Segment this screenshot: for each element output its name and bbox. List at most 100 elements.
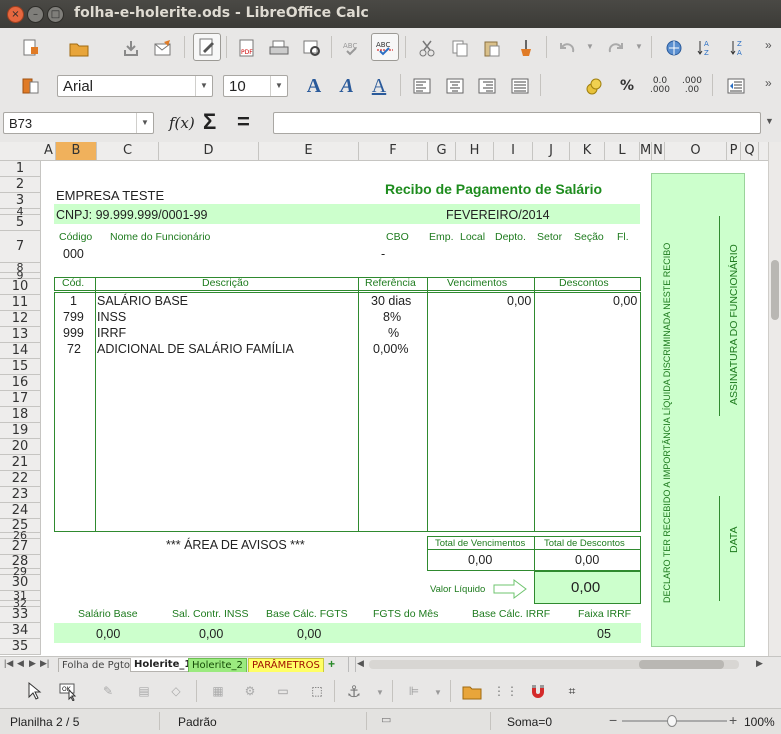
form-control-icon[interactable]: OK xyxy=(55,677,83,705)
row-header-cell[interactable]: 27 xyxy=(0,539,41,555)
tab-parametros[interactable]: PARÂMETROS xyxy=(248,658,324,673)
control-icon[interactable]: ◇ xyxy=(162,677,190,705)
close-icon[interactable]: × xyxy=(7,6,24,23)
column-header-cell[interactable]: Q xyxy=(741,142,759,160)
open-folder-icon[interactable] xyxy=(65,34,93,62)
row-header-cell[interactable]: 12 xyxy=(0,311,41,327)
column-header-cell[interactable]: G xyxy=(428,142,456,160)
scrollbar-thumb[interactable] xyxy=(771,260,779,320)
scroll-left-icon[interactable]: ◀ xyxy=(357,658,364,669)
align-objects-icon[interactable]: ⊫ xyxy=(400,677,428,705)
formatting-overflow-icon[interactable]: » xyxy=(765,76,772,90)
hyperlink-icon[interactable] xyxy=(660,34,688,62)
column-header-cell[interactable]: D xyxy=(159,142,259,160)
form-navigator-icon[interactable]: ⚙ xyxy=(236,677,264,705)
row-header-cell[interactable]: 14 xyxy=(0,343,41,359)
scroll-right-icon[interactable]: ▶ xyxy=(756,658,763,669)
row-header-cell[interactable]: 33 xyxy=(0,607,41,623)
horizontal-scrollbar[interactable] xyxy=(369,660,739,669)
row-header-cell[interactable]: 10 xyxy=(0,279,41,295)
column-header-cell[interactable]: O xyxy=(665,142,727,160)
autospellcheck-icon[interactable]: ABC xyxy=(371,33,399,61)
first-sheet-icon[interactable]: |◀ xyxy=(4,658,13,669)
decrease-indent-icon[interactable] xyxy=(722,72,750,100)
row-header-cell[interactable]: 17 xyxy=(0,391,41,407)
percent-format-icon[interactable]: % xyxy=(613,72,641,100)
align-center-icon[interactable] xyxy=(441,72,469,100)
tab-holerite-2[interactable]: Holerite_2 xyxy=(188,658,247,673)
function-wizard-icon[interactable]: f(x) xyxy=(169,114,195,132)
print-preview-icon[interactable] xyxy=(298,34,326,62)
delete-decimal-icon[interactable]: .000.00 xyxy=(678,72,706,100)
tab-holerite-1[interactable]: Holerite_1 xyxy=(130,658,196,672)
row-header-cell[interactable]: 23 xyxy=(0,487,41,503)
formula-icon[interactable]: = xyxy=(237,109,250,135)
align-right-icon[interactable] xyxy=(473,72,501,100)
sum-icon[interactable]: Σ xyxy=(203,109,216,135)
align-left-icon[interactable] xyxy=(408,72,436,100)
name-box[interactable]: B73 ▼ xyxy=(3,112,154,134)
zoom-out-icon[interactable]: − xyxy=(609,712,617,728)
formula-input[interactable] xyxy=(273,112,761,134)
tab-folha-de-pgto[interactable]: Folha de Pgto xyxy=(58,658,135,673)
justify-icon[interactable] xyxy=(506,72,534,100)
anchor-dropdown-icon[interactable]: ▼ xyxy=(376,688,384,697)
maximize-icon[interactable]: □ xyxy=(47,6,64,23)
redo-icon[interactable] xyxy=(602,34,630,62)
zoom-slider-knob[interactable] xyxy=(667,715,677,727)
hscroll-thumb[interactable] xyxy=(639,660,724,669)
minimize-icon[interactable]: – xyxy=(27,6,44,23)
column-header-cell[interactable]: F xyxy=(359,142,428,160)
row-header-cell[interactable]: 22 xyxy=(0,471,41,487)
undo-icon[interactable] xyxy=(553,34,581,62)
font-size-dropdown-icon[interactable]: ▼ xyxy=(270,76,287,96)
zoom-in-icon[interactable]: + xyxy=(729,712,737,728)
cut-icon[interactable] xyxy=(413,34,441,62)
prev-sheet-icon[interactable]: ◀ xyxy=(17,658,24,669)
toolbar-overflow-icon[interactable]: » xyxy=(765,38,772,52)
name-box-dropdown-icon[interactable]: ▼ xyxy=(136,113,153,133)
column-header-cell[interactable]: B xyxy=(56,142,97,160)
undo-dropdown-icon[interactable]: ▼ xyxy=(586,42,594,51)
bold-icon[interactable]: A xyxy=(300,72,328,100)
row-header-cell[interactable]: 34 xyxy=(0,623,41,639)
row-header-cell[interactable]: 11 xyxy=(0,295,41,311)
spellcheck-icon[interactable]: ABC xyxy=(338,34,366,62)
row-header-cell[interactable]: 21 xyxy=(0,455,41,471)
last-sheet-icon[interactable]: ▶| xyxy=(40,658,49,669)
add-decimal-icon[interactable]: 0.0.000 xyxy=(646,72,674,100)
holerite-sheet[interactable]: DECLARO TER RECEBIDO A IMPORTÂNCIA LÍQUI… xyxy=(42,161,768,656)
align-dropdown-icon[interactable]: ▼ xyxy=(434,688,442,697)
row-header-cell[interactable]: 18 xyxy=(0,407,41,423)
select-area-icon[interactable]: ⬚ xyxy=(303,677,331,705)
row-header-cell[interactable]: 19 xyxy=(0,423,41,439)
redo-dropdown-icon[interactable]: ▼ xyxy=(635,42,643,51)
row-header-cell[interactable]: 16 xyxy=(0,375,41,391)
new-document-icon[interactable] xyxy=(17,34,45,62)
italic-icon[interactable]: A xyxy=(333,72,361,100)
column-header-cell[interactable]: I xyxy=(494,142,533,160)
row-header-cell[interactable]: 35 xyxy=(0,639,41,655)
row-header-cell[interactable]: 15 xyxy=(0,359,41,375)
formula-expand-icon[interactable]: ▼ xyxy=(765,116,774,126)
column-header-cell[interactable]: H xyxy=(456,142,494,160)
open-form-icon[interactable] xyxy=(458,677,486,705)
vertical-scrollbar[interactable] xyxy=(768,142,781,656)
save-icon[interactable] xyxy=(117,34,145,62)
column-header-cell[interactable]: A xyxy=(42,142,56,160)
tab-order-icon[interactable]: ▭ xyxy=(269,677,297,705)
column-header-cell[interactable]: K xyxy=(570,142,605,160)
row-header-cell[interactable]: 7 xyxy=(0,231,41,263)
select-pointer-icon[interactable] xyxy=(20,677,48,705)
row-header-cell[interactable]: 24 xyxy=(0,503,41,519)
anchor-icon[interactable]: ⚓ xyxy=(340,677,368,705)
currency-format-icon[interactable] xyxy=(580,72,608,100)
clone-formatting-icon[interactable] xyxy=(512,34,540,62)
export-pdf-icon[interactable]: PDF xyxy=(233,34,261,62)
column-header-cell[interactable]: L xyxy=(605,142,640,160)
edit-mode-icon[interactable] xyxy=(193,33,221,61)
form-design-icon[interactable]: ✎ xyxy=(94,677,122,705)
form-properties-icon[interactable]: ▦ xyxy=(204,677,232,705)
spreadsheet-grid[interactable]: ABCDEFGHIJKLMNOPQ 1 2 3 4 5 7 8 9 10 11 12 13 14 15 16… xyxy=(0,142,768,656)
print-icon[interactable] xyxy=(265,34,293,62)
